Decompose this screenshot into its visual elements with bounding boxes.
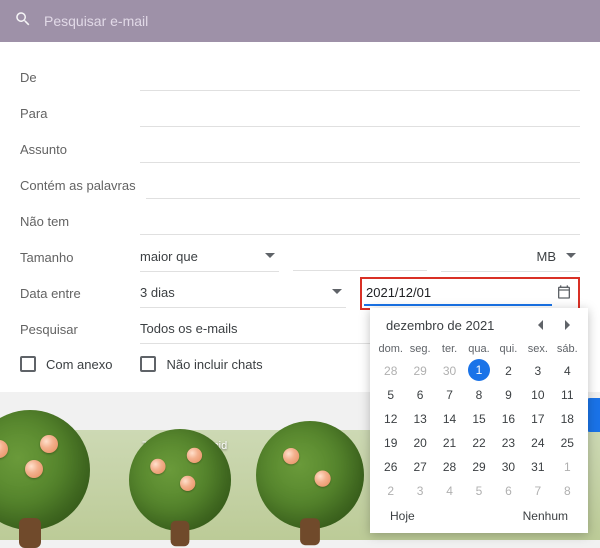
size-unit-value: MB (441, 249, 566, 264)
day-cell[interactable]: 12 (376, 407, 405, 431)
theme-tree (129, 429, 231, 531)
day-cell[interactable]: 6 (405, 383, 434, 407)
dow-header: seg. (405, 339, 434, 359)
datepicker-grid: dom.seg.ter.qua.qui.sex.sáb.282930123456… (376, 339, 582, 503)
haswords-label: Contém as palavras (20, 178, 136, 193)
day-cell[interactable]: 11 (553, 383, 582, 407)
search-scope-value: Todos os e-mails (140, 321, 238, 336)
date-label: Data entre (20, 286, 140, 301)
day-cell[interactable]: 9 (494, 383, 523, 407)
checkbox-icon (20, 356, 36, 372)
day-cell[interactable]: 20 (405, 431, 434, 455)
search-icon[interactable] (14, 10, 32, 33)
checkbox-icon (140, 356, 156, 372)
day-cell[interactable]: 15 (464, 407, 493, 431)
prev-month-button[interactable] (536, 319, 546, 333)
day-next-month[interactable]: 8 (553, 479, 582, 503)
date-input[interactable] (364, 281, 552, 306)
has-attachment-label: Com anexo (46, 357, 112, 372)
to-input[interactable] (140, 99, 580, 127)
day-cell[interactable]: 7 (435, 383, 464, 407)
calendar-icon[interactable] (552, 284, 576, 303)
dow-header: sáb. (553, 339, 582, 359)
from-input[interactable] (140, 63, 580, 91)
day-cell[interactable]: 14 (435, 407, 464, 431)
dow-header: qui. (494, 339, 523, 359)
day-cell[interactable]: 8 (464, 383, 493, 407)
dow-header: ter. (435, 339, 464, 359)
day-cell[interactable]: 23 (494, 431, 523, 455)
day-cell[interactable]: 24 (523, 431, 552, 455)
day-cell[interactable]: 1 (468, 359, 490, 381)
day-next-month[interactable]: 7 (523, 479, 552, 503)
day-next-month[interactable]: 6 (494, 479, 523, 503)
theme-tree (256, 421, 364, 529)
day-cell[interactable]: 25 (553, 431, 582, 455)
date-input-highlight (360, 277, 580, 310)
day-prev-month[interactable]: 30 (435, 359, 464, 383)
day-cell[interactable]: 5 (376, 383, 405, 407)
day-cell[interactable]: 21 (435, 431, 464, 455)
haswords-input[interactable] (146, 171, 580, 199)
day-next-month[interactable]: 3 (405, 479, 434, 503)
day-cell[interactable]: 26 (376, 455, 405, 479)
size-label: Tamanho (20, 250, 140, 265)
day-prev-month[interactable]: 28 (376, 359, 405, 383)
date-range-value: 3 dias (140, 285, 175, 300)
day-cell[interactable]: 17 (523, 407, 552, 431)
day-next-month[interactable]: 2 (376, 479, 405, 503)
nowords-input[interactable] (140, 207, 580, 235)
datepicker-none-button[interactable]: Nenhum (523, 509, 568, 523)
dow-header: dom. (376, 339, 405, 359)
day-cell[interactable]: 19 (376, 431, 405, 455)
date-picker: dezembro de 2021 dom.seg.ter.qua.qui.sex… (370, 308, 588, 533)
has-attachment-checkbox[interactable]: Com anexo (20, 356, 112, 372)
caret-down-icon (566, 249, 576, 264)
dow-header: sex. (523, 339, 552, 359)
day-cell[interactable]: 27 (405, 455, 434, 479)
size-operator-value: maior que (140, 249, 198, 264)
datepicker-today-button[interactable]: Hoje (390, 509, 415, 523)
caret-down-icon (265, 249, 275, 264)
exclude-chats-checkbox[interactable]: Não incluir chats (140, 356, 262, 372)
nowords-label: Não tem (20, 214, 140, 229)
size-operator-select[interactable]: maior que (140, 242, 279, 272)
day-cell[interactable]: 4 (553, 359, 582, 383)
search-button-edge[interactable] (586, 398, 600, 432)
day-cell[interactable]: 13 (405, 407, 434, 431)
dow-header: qua. (464, 339, 493, 359)
to-label: Para (20, 106, 140, 121)
day-cell[interactable]: 28 (435, 455, 464, 479)
day-cell[interactable]: 2 (494, 359, 523, 383)
day-cell[interactable]: 3 (523, 359, 552, 383)
day-next-month[interactable]: 1 (553, 455, 582, 479)
day-cell[interactable]: 16 (494, 407, 523, 431)
search-input[interactable] (44, 13, 586, 29)
caret-down-icon (332, 285, 342, 300)
size-unit-select[interactable]: MB (441, 242, 580, 272)
date-range-select[interactable]: 3 dias (140, 278, 346, 308)
day-prev-month[interactable]: 29 (405, 359, 434, 383)
day-cell[interactable]: 29 (464, 455, 493, 479)
day-cell[interactable]: 31 (523, 455, 552, 479)
day-cell[interactable]: 18 (553, 407, 582, 431)
search-scope-label: Pesquisar (20, 322, 140, 337)
search-bar (0, 0, 600, 42)
day-next-month[interactable]: 5 (464, 479, 493, 503)
from-label: De (20, 70, 140, 85)
day-next-month[interactable]: 4 (435, 479, 464, 503)
next-month-button[interactable] (562, 319, 572, 333)
day-cell[interactable]: 30 (494, 455, 523, 479)
subject-input[interactable] (140, 135, 580, 163)
size-value-input[interactable] (293, 243, 428, 271)
exclude-chats-label: Não incluir chats (166, 357, 262, 372)
datepicker-title: dezembro de 2021 (386, 318, 494, 333)
day-cell[interactable]: 22 (464, 431, 493, 455)
subject-label: Assunto (20, 142, 140, 157)
day-cell[interactable]: 10 (523, 383, 552, 407)
